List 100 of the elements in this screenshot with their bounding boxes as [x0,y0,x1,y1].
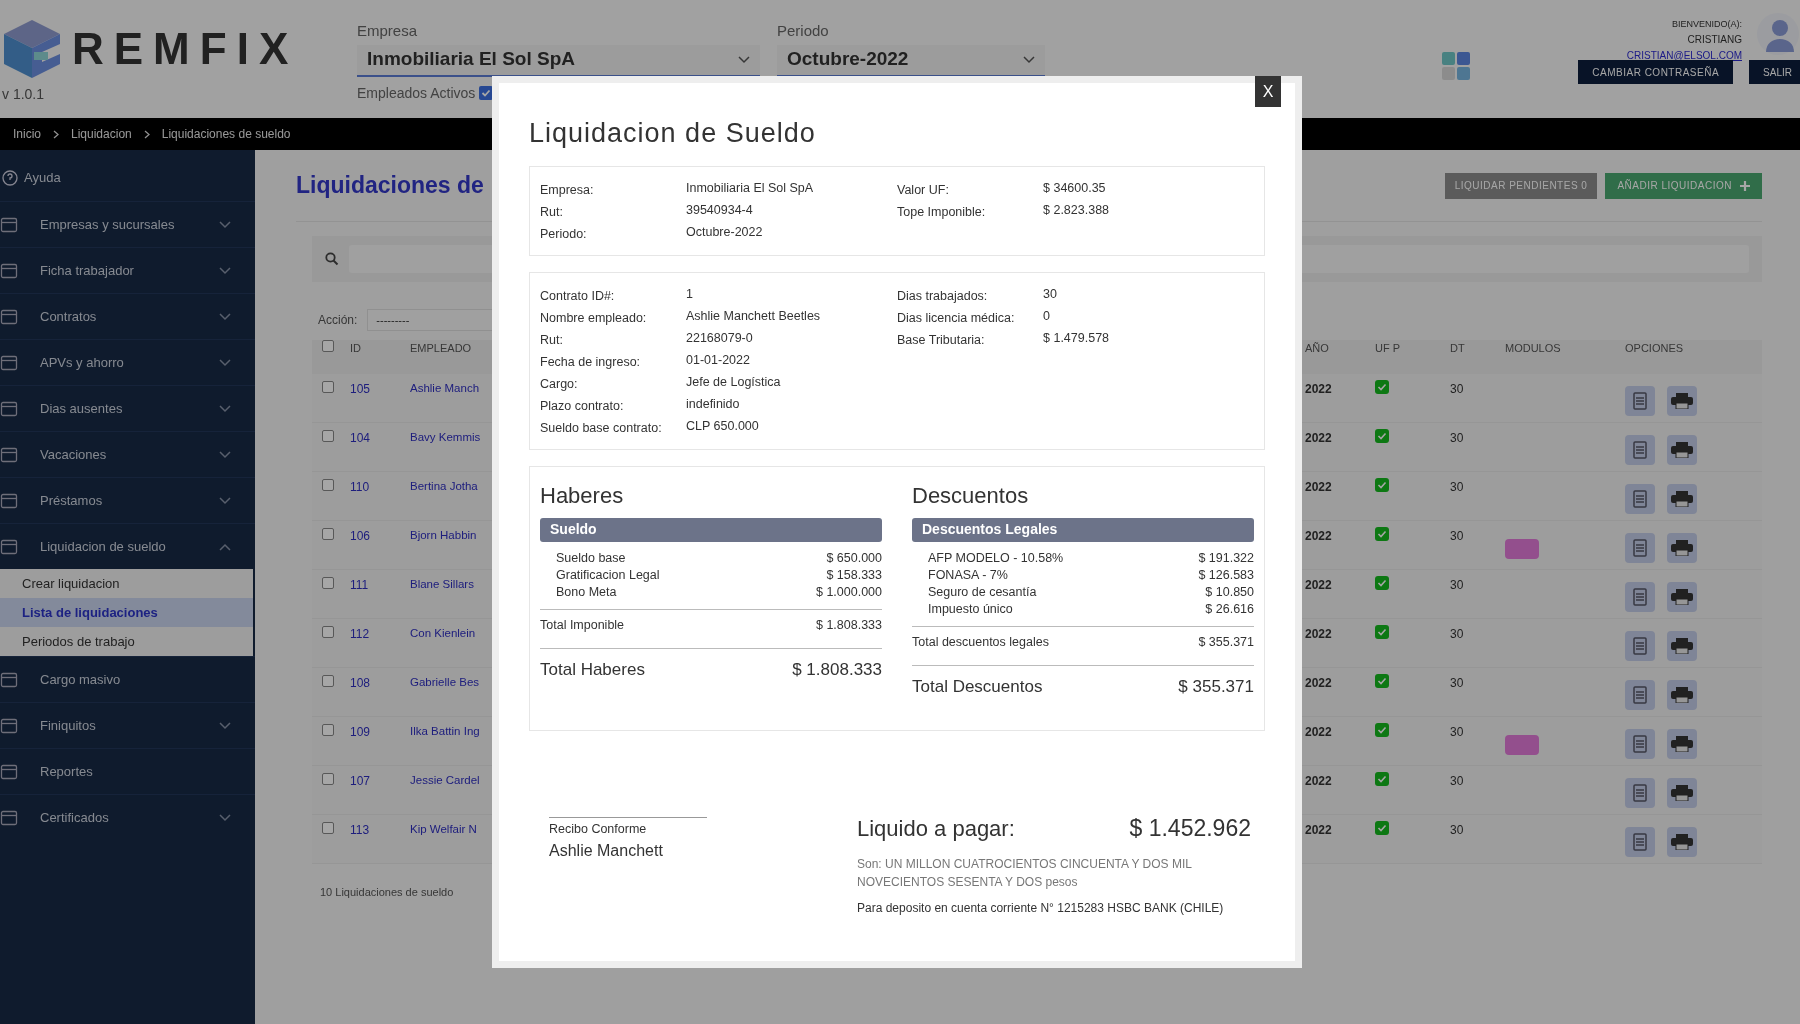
logo-text: REMFIX [72,23,299,75]
breadcrumb-link[interactable]: Liquidaciones de sueldo [161,125,291,143]
row-checkbox[interactable] [322,675,334,687]
close-button[interactable]: X [1255,76,1281,107]
id-link[interactable]: 108 [350,674,410,692]
submenu-item[interactable]: Lista de liquidaciones [0,598,253,627]
submenu-item[interactable]: Crear liquidacion [0,569,253,598]
checkbox[interactable] [479,86,494,100]
select-field[interactable]: Inmobiliaria El Sol SpA [357,44,760,77]
liquidate-pending-button[interactable]: LIQUIDAR PENDIENTES 0 [1444,172,1598,199]
square-icon [0,491,18,510]
submenu-item[interactable]: Periodos de trabajo [0,627,253,656]
document-button[interactable] [1625,582,1655,612]
help-link[interactable]: Ayuda [24,168,61,188]
document-button[interactable] [1625,680,1655,710]
employee-link[interactable]: Jessie Cardel [410,772,492,790]
sidebar-item[interactable]: Vacaciones [0,431,255,477]
info-label: Cargo: [540,375,579,393]
info-label: Plazo contrato: [540,397,625,415]
print-button[interactable] [1667,827,1697,857]
square-icon [0,261,18,280]
id-link[interactable]: 110 [350,478,410,496]
list-icon [1633,392,1647,410]
user-name: CRISTIANG [1687,33,1742,47]
employee-link[interactable]: Ilka Battin Ing [410,723,492,741]
row-checkbox[interactable] [322,577,334,589]
document-button[interactable] [1625,435,1655,465]
info-label: Sueldo base contrato: [540,419,663,437]
print-button[interactable] [1667,582,1697,612]
sidebar-item[interactable]: Certificados [0,794,255,840]
row-checkbox[interactable] [322,340,334,352]
info-value: 01-01-2022 [686,351,751,369]
row-checkbox[interactable] [322,381,334,393]
document-button[interactable] [1625,729,1655,759]
employee-link[interactable]: Kip Welfair N [410,821,492,839]
id-link[interactable]: 111 [350,576,410,594]
cube-logo-icon [2,18,62,80]
sidebar-item[interactable]: Reportes [0,748,255,794]
change-password-button[interactable]: CAMBIAR CONTRASEÑA [1578,60,1734,84]
row-checkbox[interactable] [322,430,334,442]
print-button[interactable] [1667,680,1697,710]
print-button[interactable] [1667,533,1697,563]
row-checkbox[interactable] [322,626,334,638]
document-button[interactable] [1625,484,1655,514]
employee-link[interactable]: Bertina Jotha [410,478,492,496]
employee-link[interactable]: Con Kienlein [410,625,492,643]
employee-link[interactable]: Gabrielle Bes [410,674,492,692]
id-link[interactable]: 109 [350,723,410,741]
breadcrumb-link[interactable]: Inicio [13,125,41,143]
id-link[interactable]: 105 [350,380,410,398]
add-settlement-button[interactable]: AÑADIR LIQUIDACION [1605,172,1762,199]
print-button[interactable] [1667,778,1697,808]
id-link[interactable]: 113 [350,821,410,839]
table-cell-text: 30 [1450,626,1465,643]
document-button[interactable] [1625,778,1655,808]
item-label: Impuesto único [928,600,1013,618]
document-button[interactable] [1625,386,1655,416]
row-checkbox[interactable] [322,822,334,834]
table-cell-text: 2022 [1305,724,1333,741]
column-header: AÑO [1305,341,1330,356]
row-checkbox[interactable] [322,479,334,491]
item-amount: $ 26.616 [1205,600,1254,618]
sidebar-item[interactable]: Contratos [0,293,255,339]
breadcrumb-link[interactable]: Liquidacion [71,125,132,143]
field-label: Periodo [777,21,830,41]
caret-icon [738,55,750,64]
sidebar-item[interactable]: Ficha trabajador [0,247,255,293]
document-button[interactable] [1625,631,1655,661]
employee-link[interactable]: Blane Sillars [410,576,492,594]
employee-link[interactable]: Bavy Kemmis [410,429,492,447]
print-button[interactable] [1667,729,1697,759]
print-button[interactable] [1667,435,1697,465]
print-button[interactable] [1667,631,1697,661]
select-field[interactable]: Octubre-2022 [777,44,1045,77]
square-icon [0,445,18,464]
document-button[interactable] [1625,533,1655,563]
subtotal-amount: $ 355.371 [1198,633,1254,651]
document-button[interactable] [1625,827,1655,857]
table-cell-text: 2022 [1305,577,1333,594]
row-checkbox[interactable] [322,773,334,785]
table-cell-text: 2022 [1305,479,1333,496]
sidebar-item[interactable]: Préstamos [0,477,255,523]
sidebar-item[interactable]: Finiquitos [0,702,255,748]
sidebar-item[interactable]: Dias ausentes [0,385,255,431]
id-link[interactable]: 107 [350,772,410,790]
id-link[interactable]: 106 [350,527,410,545]
logout-button[interactable]: SALIR [1749,60,1800,84]
print-button[interactable] [1667,484,1697,514]
employee-link[interactable]: Bjorn Habbin [410,527,492,545]
info-value: 22168079-0 [686,329,754,347]
row-checkbox[interactable] [322,724,334,736]
info-value: indefinido [686,395,741,413]
print-button[interactable] [1667,386,1697,416]
sidebar-item[interactable]: Cargo masivo [0,656,255,702]
id-link[interactable]: 112 [350,625,410,643]
id-link[interactable]: 104 [350,429,410,447]
row-checkbox[interactable] [322,528,334,540]
employee-link[interactable]: Ashlie Manch [410,380,492,398]
sidebar-item[interactable]: APVs y ahorro [0,339,255,385]
sidebar-item[interactable]: Empresas y sucursales [0,201,255,247]
